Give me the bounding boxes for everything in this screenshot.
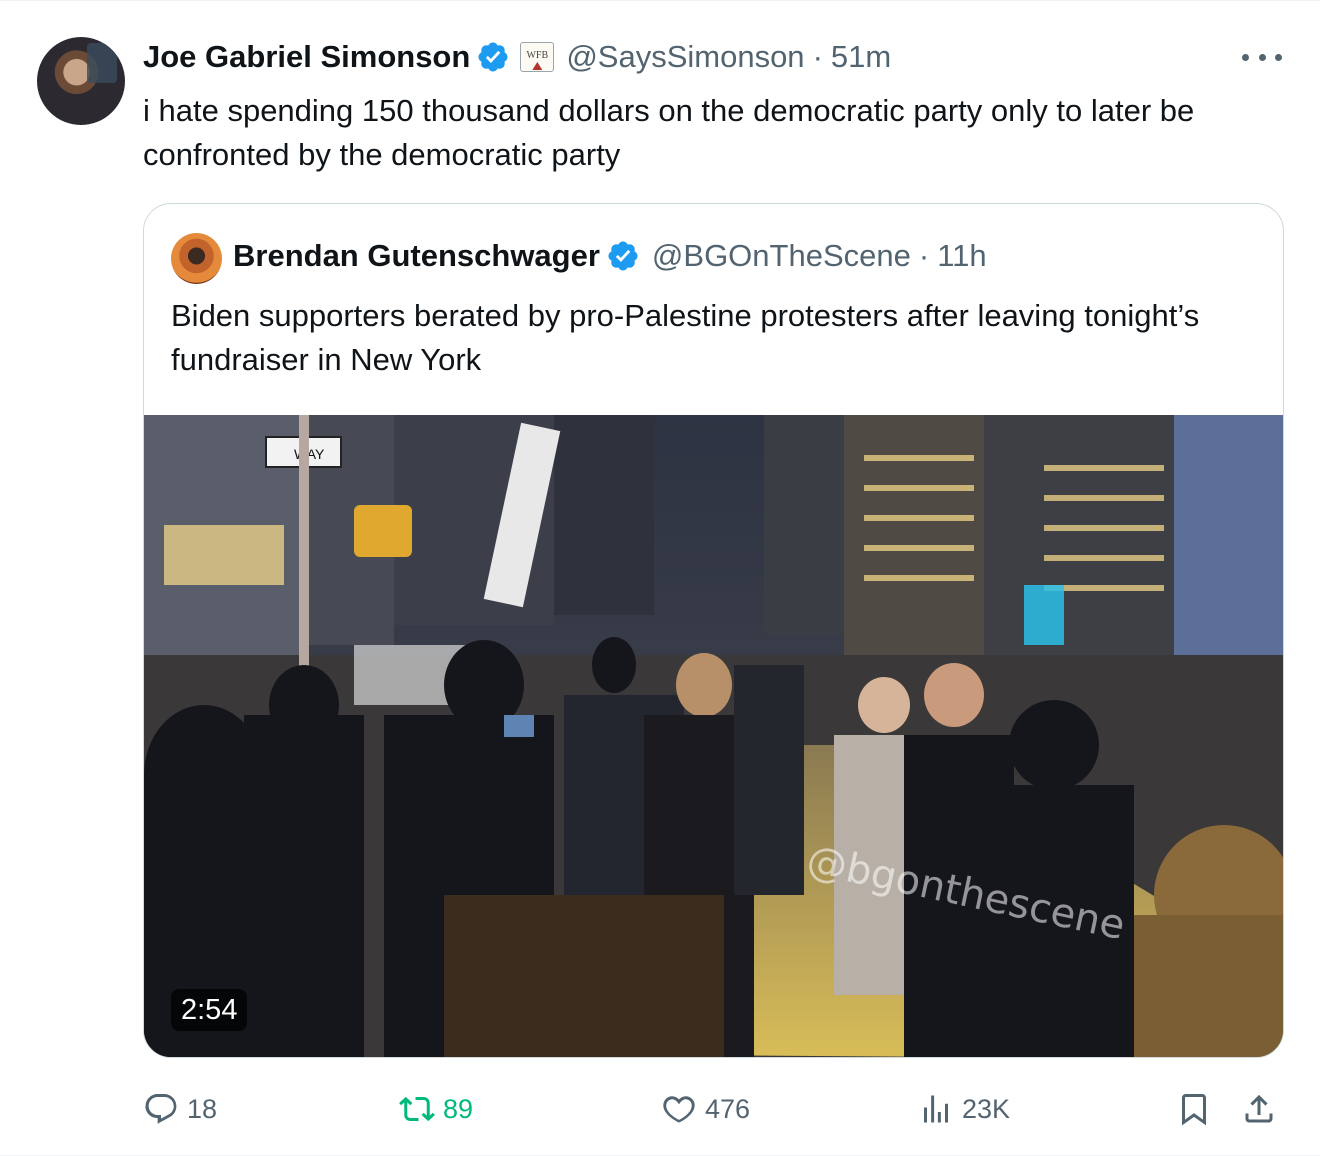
quoted-author-handle[interactable]: @BGOnTheScene bbox=[652, 238, 911, 274]
more-icon[interactable] bbox=[1242, 45, 1282, 69]
views-icon bbox=[924, 1095, 948, 1123]
quoted-tweet-text: Biden supporters berated by pro-Palestin… bbox=[171, 298, 1200, 377]
street-sign-text: WAY bbox=[294, 446, 325, 462]
author-handle[interactable]: @SaysSimonson bbox=[566, 39, 804, 75]
quoted-author-name[interactable]: Brendan Gutenschwager bbox=[233, 238, 600, 274]
share-icon bbox=[1245, 1094, 1273, 1123]
quoted-tweet-header: Brendan Gutenschwager @BGOnTheScene · 11… bbox=[233, 238, 987, 274]
video-frame: WAY bbox=[144, 415, 1283, 1057]
bookmark-icon bbox=[1182, 1094, 1206, 1126]
tweet-timestamp[interactable]: 51m bbox=[831, 39, 891, 75]
verified-badge-icon[interactable] bbox=[476, 40, 510, 74]
like-count: 476 bbox=[705, 1093, 751, 1124]
bookmark-button[interactable] bbox=[1176, 1085, 1220, 1133]
like-button[interactable]: 476 bbox=[661, 1085, 750, 1133]
author-avatar[interactable] bbox=[37, 37, 125, 125]
share-button[interactable] bbox=[1241, 1085, 1285, 1133]
verified-badge-icon[interactable] bbox=[606, 239, 640, 273]
separator: · bbox=[812, 39, 823, 74]
tweet-card: Joe Gabriel Simonson WFB @SaysSimonson ·… bbox=[0, 0, 1320, 1156]
tweet-actions: 18 89 476 23K bbox=[143, 1085, 1284, 1133]
video-player[interactable]: WAY @bgonthescene 2:54 bbox=[144, 415, 1283, 1057]
author-name[interactable]: Joe Gabriel Simonson bbox=[143, 39, 470, 75]
quoted-tweet[interactable]: Brendan Gutenschwager @BGOnTheScene · 11… bbox=[143, 203, 1284, 1058]
repost-button[interactable]: 89 bbox=[399, 1085, 473, 1133]
quoted-timestamp[interactable]: 11h bbox=[937, 238, 986, 274]
video-duration: 2:54 bbox=[171, 989, 248, 1031]
repost-icon bbox=[399, 1096, 435, 1122]
separator: · bbox=[918, 238, 930, 273]
affiliation-badge-icon[interactable]: WFB bbox=[520, 42, 555, 72]
quoted-author-avatar[interactable] bbox=[171, 233, 222, 284]
reply-button[interactable]: 18 bbox=[143, 1085, 217, 1133]
views-count: 23K bbox=[962, 1093, 1011, 1124]
tweet-text: i hate spending 150 thousand dollars on … bbox=[143, 93, 1195, 172]
reply-count: 18 bbox=[187, 1093, 218, 1124]
affiliation-badge-text: WFB bbox=[526, 50, 549, 61]
repost-count: 89 bbox=[443, 1093, 474, 1124]
views-button[interactable]: 23K bbox=[918, 1085, 1010, 1133]
like-icon bbox=[663, 1096, 695, 1123]
reply-icon bbox=[145, 1094, 177, 1124]
tweet-header: Joe Gabriel Simonson WFB @SaysSimonson ·… bbox=[143, 37, 891, 77]
